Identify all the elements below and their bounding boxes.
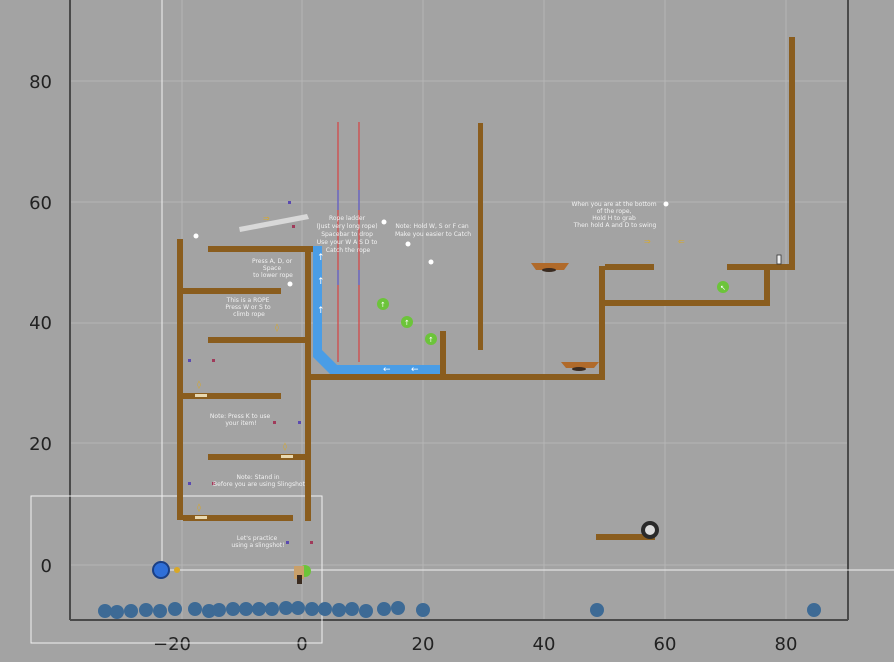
left-arrow-icon: ← (411, 365, 419, 375)
coin-icon: ◊ (283, 442, 287, 451)
left-wall (177, 239, 183, 520)
step-wall (599, 266, 605, 380)
x-tick-label: 20 (412, 634, 435, 655)
up-arrow-pad: ↑ (401, 316, 413, 328)
up-arrow-icon: ↑ (380, 301, 386, 309)
x-tick-label: 0 (296, 634, 307, 655)
coin-icon: ◊ (197, 380, 201, 389)
tall-pillar (478, 123, 483, 350)
platform (605, 300, 770, 306)
y-tick-label: 20 (29, 434, 52, 455)
bottom-rope-note: When you are at the bottom of the rope, … (572, 201, 659, 229)
hold-ws-note: Note: Hold W, S or F can Make you easier… (395, 223, 471, 238)
inner-wall (305, 246, 311, 521)
boulders (98, 601, 821, 619)
coin-icon: ⇐ (678, 237, 685, 246)
spring-icon (195, 516, 207, 519)
left-arrow-icon: ← (383, 365, 391, 375)
spring-icon (281, 455, 293, 458)
x-tick-label: 80 (775, 634, 798, 655)
up-left-arrow-icon: ↖ (720, 284, 726, 292)
bottle-icon[interactable] (776, 254, 782, 265)
trigger-dots (188, 201, 313, 544)
coin-icon: ⇒ (263, 214, 270, 223)
up-arrow-pad: ↑ (377, 298, 389, 310)
x-tick-label: 40 (533, 634, 556, 655)
stand-in-note: Note: Stand in Before you are using Slin… (213, 474, 306, 488)
x-tick-label: 60 (654, 634, 677, 655)
platform (183, 288, 281, 294)
grid (70, 0, 848, 620)
y-tick-label: 80 (29, 72, 52, 93)
y-tick-label: 0 (41, 556, 52, 577)
rope-ladder-note: Rope ladder (Just very long rope) Spaceb… (316, 215, 379, 254)
camera-guides (30, 0, 894, 644)
bomb-icon[interactable] (641, 521, 659, 539)
climb-rope-note: This is a ROPE Press W or S to climb rop… (225, 297, 272, 318)
platform (208, 337, 305, 343)
platform (605, 264, 654, 270)
short-post (440, 331, 446, 374)
tilted-plank (239, 214, 309, 232)
spring-icon (195, 394, 207, 397)
up-arrow-icon: ↑ (317, 277, 325, 287)
lower-rope-note: Press A, D, or Space to lower rope (252, 258, 294, 279)
coin-icon: ◊ (197, 503, 201, 512)
platforms (177, 37, 795, 540)
conveyor: ↑ ↑ ↑ ← ← (313, 246, 440, 375)
coin-icon: ◊ (275, 323, 279, 332)
y-tick-label: 60 (29, 193, 52, 214)
floating-platforms (531, 263, 599, 371)
y-tick-label: 40 (29, 313, 52, 334)
platform (208, 246, 314, 252)
player-ball-icon[interactable] (152, 561, 170, 579)
up-arrow-icon: ↑ (317, 306, 325, 316)
long-floor (311, 374, 604, 380)
game-scene[interactable]: −20 0 20 40 60 80 0 20 40 60 80 ↑ ↑ ↑ ← … (0, 0, 894, 662)
coin-icon (174, 567, 180, 573)
press-item-note: Note: Press K to use your item! (210, 413, 272, 427)
platform (727, 264, 795, 270)
x-tick-label: −20 (153, 634, 191, 655)
coin-icon: ⇒ (644, 237, 651, 246)
up-arrow-icon: ↑ (404, 319, 410, 327)
diagonal-arrow-pad: ↖ (717, 281, 729, 293)
slingshot-note: Let's practice using a slingshot! (231, 535, 284, 549)
up-arrow-icon: ↑ (428, 336, 434, 344)
up-arrow-icon: ↑ (317, 253, 325, 263)
step-post (764, 264, 770, 306)
plot-frame (69, 0, 849, 621)
up-arrow-pad: ↑ (425, 333, 437, 345)
right-tower (789, 37, 795, 270)
